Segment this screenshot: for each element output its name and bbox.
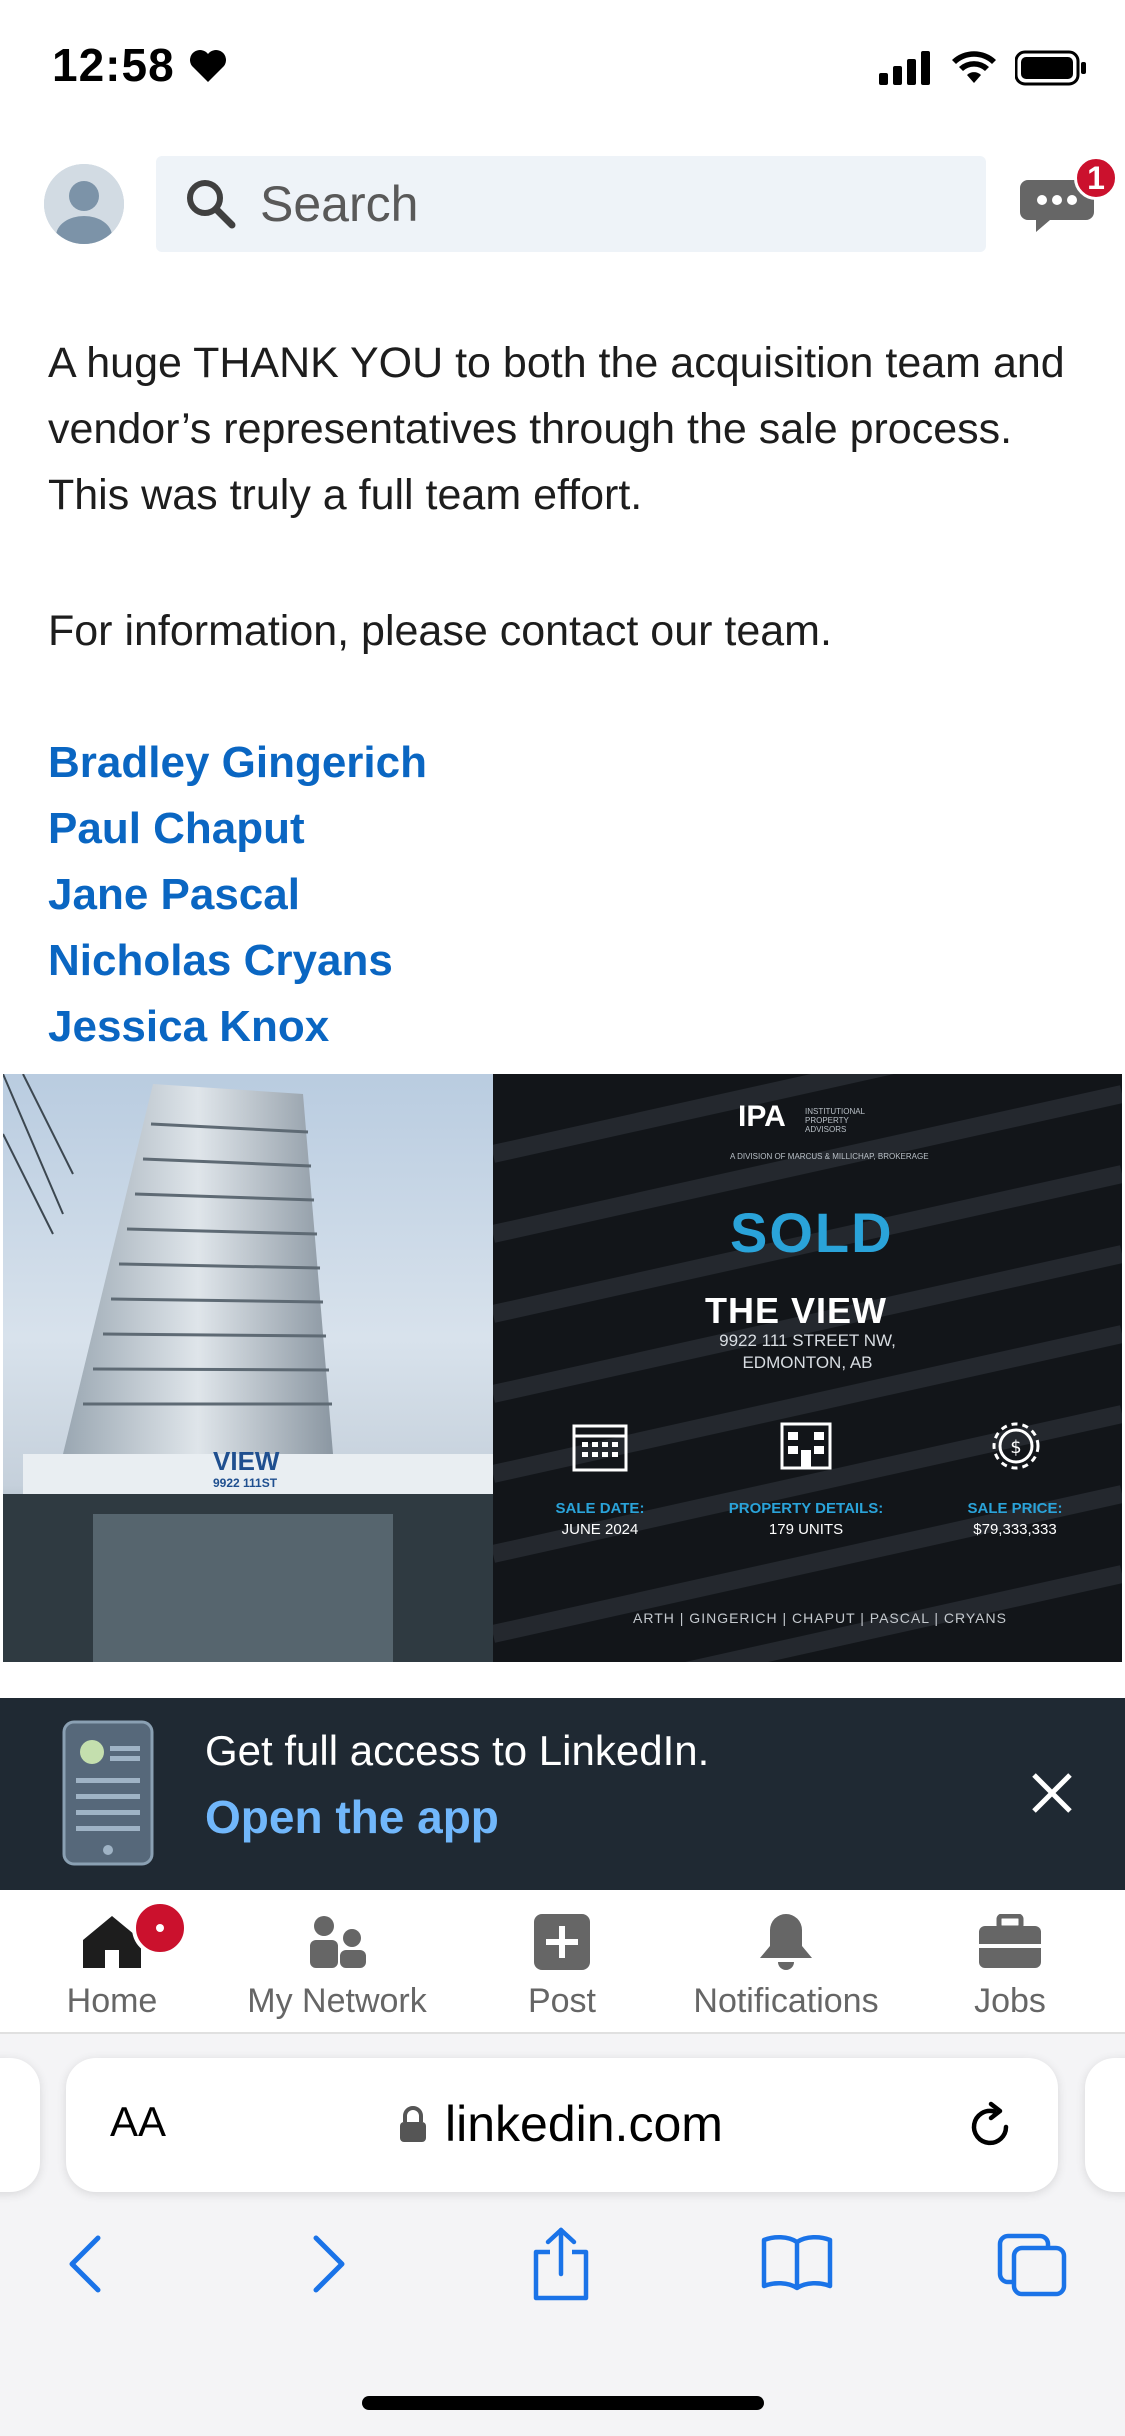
contact-link[interactable]: Jane Pascal xyxy=(48,862,427,928)
team-names: ARTH | GINGERICH | CHAPUT | PASCAL | CRY… xyxy=(633,1610,1007,1626)
home-notification-dot xyxy=(132,1900,188,1956)
address-line-1: 9922 111 STREET NW, xyxy=(719,1331,896,1350)
calendar-icon xyxy=(572,1424,628,1472)
contact-list: Bradley Gingerich Paul Chaput Jane Pasca… xyxy=(48,730,427,1060)
building-sign: VIEW xyxy=(213,1446,280,1476)
ipa-logo-sub: INSTITUTIONAL PROPERTY ADVISORS xyxy=(805,1107,865,1134)
price-gear-icon: $ xyxy=(992,1422,1040,1470)
property-address: 9922 111 STREET NW, EDMONTON, AB xyxy=(700,1330,915,1374)
open-app-link[interactable]: Open the app xyxy=(205,1790,499,1844)
share-icon[interactable] xyxy=(528,2226,594,2302)
cellular-signal-icon xyxy=(879,51,930,85)
contact-link[interactable]: Nicholas Cryans xyxy=(48,928,427,994)
stat-value: 179 UNITS xyxy=(768,1521,844,1538)
building-number: 9922 111ST xyxy=(213,1476,278,1490)
ipa-logo: IPA xyxy=(738,1100,786,1133)
post-info: For information, please contact our team… xyxy=(48,607,832,655)
stat-value: $79,333,333 xyxy=(973,1521,1057,1538)
reload-icon[interactable] xyxy=(964,2100,1018,2154)
people-icon xyxy=(310,1916,366,1968)
svg-text:$: $ xyxy=(1010,1437,1021,1458)
post-plus-icon xyxy=(534,1914,590,1970)
battery-icon xyxy=(1015,50,1086,86)
stat-sale-date: SALE DATE: JUNE 2024 xyxy=(500,1500,700,1538)
phone-app-icon xyxy=(62,1720,154,1866)
contact-link[interactable]: Bradley Gingerich xyxy=(48,730,427,796)
search-input[interactable]: Search xyxy=(156,156,986,252)
nav-label: Notifications xyxy=(693,1982,879,2020)
stat-value: JUNE 2024 xyxy=(561,1521,639,1538)
tabs-icon[interactable] xyxy=(996,2232,1068,2298)
status-icons xyxy=(879,50,1087,86)
reader-aa-button[interactable]: AA xyxy=(110,2098,166,2146)
nav-label: My Network xyxy=(247,1982,427,2020)
post-paragraph: A huge THANK YOU to both the acquisition… xyxy=(48,339,1065,519)
nav-label: Post xyxy=(527,1982,597,2020)
address-line-2: EDMONTON, AB xyxy=(742,1353,873,1372)
stat-label: SALE PRICE: xyxy=(967,1500,1063,1517)
stat-property-details: PROPERTY DETAILS: 179 UNITS xyxy=(706,1500,906,1538)
sold-label: SOLD xyxy=(730,1201,894,1264)
wifi-icon xyxy=(952,51,996,83)
back-arrow-icon[interactable] xyxy=(62,2232,112,2296)
url-text[interactable]: linkedin.com xyxy=(445,2095,723,2153)
banner-title: Get full access to LinkedIn. xyxy=(205,1727,710,1774)
bookmarks-icon[interactable] xyxy=(760,2232,834,2292)
property-name: THE VIEW xyxy=(705,1290,888,1331)
stat-label: PROPERTY DETAILS: xyxy=(728,1500,884,1517)
stat-sale-price: SALE PRICE: $79,333,333 xyxy=(915,1500,1115,1538)
search-placeholder: Search xyxy=(260,176,419,232)
nav-post[interactable]: Post xyxy=(472,1890,652,2032)
search-icon xyxy=(187,180,236,229)
nav-my-network[interactable]: My Network xyxy=(222,1890,452,2032)
nav-jobs[interactable]: Jobs xyxy=(920,1890,1100,2032)
contact-link[interactable]: Jessica Knox xyxy=(48,994,427,1060)
forward-arrow-icon[interactable] xyxy=(302,2232,352,2296)
message-count-badge: 1 xyxy=(1074,156,1118,200)
ipa-division: A DIVISION OF MARCUS & MILLICHAP, BROKER… xyxy=(730,1152,929,1161)
building-photo: VIEW 9922 111ST xyxy=(3,1074,493,1662)
lock-icon xyxy=(400,2106,426,2142)
close-banner-button[interactable] xyxy=(1030,1765,1074,1825)
briefcase-icon xyxy=(979,1913,1041,1968)
nav-label: Home xyxy=(66,1982,158,2020)
stat-label: SALE DATE: xyxy=(555,1500,645,1517)
status-time: 12:58 xyxy=(52,39,175,91)
heart-icon xyxy=(188,48,228,89)
previous-tab-pill[interactable] xyxy=(0,2058,40,2192)
contact-link[interactable]: Paul Chaput xyxy=(48,796,427,862)
home-indicator[interactable] xyxy=(362,2396,764,2410)
avatar[interactable] xyxy=(44,164,124,244)
next-tab-pill[interactable] xyxy=(1085,2058,1125,2192)
building-icon xyxy=(780,1422,832,1470)
nav-notifications[interactable]: Notifications xyxy=(676,1890,896,2032)
post-image[interactable]: VIEW 9922 111ST xyxy=(3,1074,1122,1662)
bell-icon xyxy=(760,1914,812,1970)
nav-label: Jobs xyxy=(974,1982,1046,2020)
close-icon xyxy=(1032,1773,1072,1813)
